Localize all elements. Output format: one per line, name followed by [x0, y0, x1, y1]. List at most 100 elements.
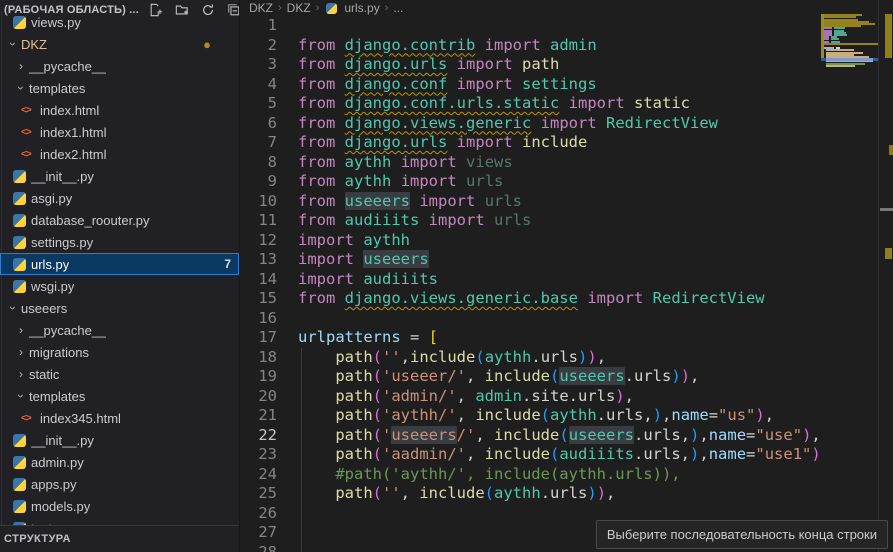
code-line-22[interactable]: 22 path('useeers/', include(useeers.urls…: [241, 426, 821, 446]
line-number: 26: [241, 504, 277, 524]
token: (: [550, 445, 559, 463]
code-line-7[interactable]: 7from django.urls import include: [241, 133, 821, 153]
code-line-6[interactable]: 6from django.views.generic import Redire…: [241, 114, 821, 134]
code-line-18[interactable]: 18 path('',include(aythh.urls)),: [241, 348, 821, 368]
token: import: [587, 289, 643, 307]
token: #path('aythh/', include(aythh.urls)),: [335, 465, 680, 483]
token: [447, 55, 456, 73]
tree-item--init-py[interactable]: __init__.py: [0, 165, 239, 187]
token: ,: [466, 367, 485, 385]
tree-item-templates[interactable]: ›templates: [0, 77, 239, 99]
tree-item--pycache-[interactable]: ›__pycache__: [0, 55, 239, 77]
tree-item-index1-html[interactable]: index1.html: [0, 121, 239, 143]
overview-ruler[interactable]: [878, 0, 893, 552]
token: [298, 445, 335, 463]
tree-item-wsgi-py[interactable]: wsgi.py: [0, 275, 239, 297]
line-text: path('',include(aythh.urls)),: [298, 348, 606, 368]
indent-guide: [301, 406, 302, 426]
token: [335, 94, 344, 112]
indent-guide: [301, 543, 302, 552]
token: '': [382, 484, 401, 502]
code-line-21[interactable]: 21 path('aythh/', include(aythh.urls,),n…: [241, 406, 821, 426]
code-line-9[interactable]: 9from aythh import urls: [241, 172, 821, 192]
token: useeers: [363, 250, 428, 268]
tree-item-views-py[interactable]: views.py: [0, 11, 239, 33]
line-text: #path('aythh/', include(aythh.urls)),: [298, 465, 681, 485]
tree-item-migrations[interactable]: ›migrations: [0, 341, 239, 363]
minimap-line: [821, 65, 855, 67]
code-line-17[interactable]: 17urlpatterns = [: [241, 328, 821, 348]
code-line-24[interactable]: 24 #path('aythh/', include(aythh.urls)),: [241, 465, 821, 485]
code-line-23[interactable]: 23 path('aadmin/', include(audiiits.urls…: [241, 445, 821, 465]
code-line-25[interactable]: 25 path('', include(aythh.urls)),: [241, 484, 821, 504]
token: [625, 94, 634, 112]
line-number: 27: [241, 523, 277, 543]
code-area[interactable]: 12from django.contrib import admin3from …: [241, 16, 821, 552]
tree-item-settings-py[interactable]: settings.py: [0, 231, 239, 253]
code-line-19[interactable]: 19 path('useeer/', include(useeers.urls)…: [241, 367, 821, 387]
tree-item--pycache-[interactable]: ›__pycache__: [0, 319, 239, 341]
code-line-5[interactable]: 5from django.conf.urls.static import sta…: [241, 94, 821, 114]
tree-item-admin-py[interactable]: admin.py: [0, 451, 239, 473]
tree-item-useeers[interactable]: ›useeers: [0, 297, 239, 319]
code-line-10[interactable]: 10from useeers import urls: [241, 192, 821, 212]
tree-item-apps-py[interactable]: apps.py: [0, 473, 239, 495]
tree-item-dkz[interactable]: ›DKZ●: [0, 33, 239, 55]
breadcrumb-item-file[interactable]: urls.py: [344, 1, 379, 15]
breadcrumb: DKZ › DKZ › urls.py › ...: [241, 0, 893, 16]
tree-item-database-roouter-py[interactable]: database_roouter.py: [0, 209, 239, 231]
token: (: [373, 367, 382, 385]
token: from: [298, 192, 335, 210]
minimap[interactable]: [821, 0, 879, 552]
code-line-20[interactable]: 20 path('admin/', admin.site.urls),: [241, 387, 821, 407]
ruler-mark: [889, 145, 893, 155]
token: urlpatterns: [298, 328, 401, 346]
indent-guide: [301, 484, 302, 504]
tree-item-index2-html[interactable]: index2.html: [0, 143, 239, 165]
token: aythh: [363, 231, 410, 249]
token: [513, 75, 522, 93]
indent-guide: [301, 465, 302, 485]
token: django.contrib: [345, 36, 476, 54]
code-line-16[interactable]: 16: [241, 309, 821, 329]
eol-tooltip: Выберите последовательность конца строки: [596, 520, 888, 549]
breadcrumb-item-symbol[interactable]: ...: [393, 1, 403, 15]
breadcrumb-item-folder[interactable]: DKZ: [249, 1, 273, 15]
code-line-2[interactable]: 2from django.contrib import admin: [241, 36, 821, 56]
tree-item-templates[interactable]: ›templates: [0, 385, 239, 407]
tree-item-models-py[interactable]: models.py: [0, 495, 239, 517]
token: [335, 133, 344, 151]
token: 'admin/': [382, 387, 457, 405]
breadcrumb-item-folder[interactable]: DKZ: [287, 1, 311, 15]
token: .urls: [597, 406, 644, 424]
token: path: [335, 367, 372, 385]
ruler-mark: [885, 14, 892, 58]
token: (: [373, 426, 382, 444]
token: path: [335, 445, 372, 463]
token: admin: [475, 387, 522, 405]
code-line-3[interactable]: 3from django.urls import path: [241, 55, 821, 75]
python-file-icon: [13, 478, 26, 491]
code-line-14[interactable]: 14import audiiits: [241, 270, 821, 290]
tree-item--init-py[interactable]: __init__.py: [0, 429, 239, 451]
tree-item-asgi-py[interactable]: asgi.py: [0, 187, 239, 209]
code-line-4[interactable]: 4from django.conf import settings: [241, 75, 821, 95]
outline-section-header[interactable]: СТРУКТУРА: [0, 525, 239, 552]
token: [513, 133, 522, 151]
token: aythh: [345, 153, 392, 171]
tree-item-label: index1.html: [40, 125, 106, 140]
tree-item-index-html[interactable]: index.html: [0, 99, 239, 121]
tree-item-urls-py[interactable]: urls.py7: [0, 253, 239, 275]
token: (: [373, 348, 382, 366]
code-line-8[interactable]: 8from aythh import views: [241, 153, 821, 173]
tree-item-static[interactable]: ›static: [0, 363, 239, 385]
line-text: from useeers import urls: [298, 192, 522, 212]
code-line-12[interactable]: 12import aythh: [241, 231, 821, 251]
code-line-1[interactable]: 1: [241, 16, 821, 36]
code-line-13[interactable]: 13import useeers: [241, 250, 821, 270]
token: import: [485, 36, 541, 54]
code-line-15[interactable]: 15from django.views.generic.base import …: [241, 289, 821, 309]
code-line-11[interactable]: 11from audiiits import urls: [241, 211, 821, 231]
tree-item-index345-html[interactable]: index345.html: [0, 407, 239, 429]
line-number: 21: [241, 406, 277, 426]
